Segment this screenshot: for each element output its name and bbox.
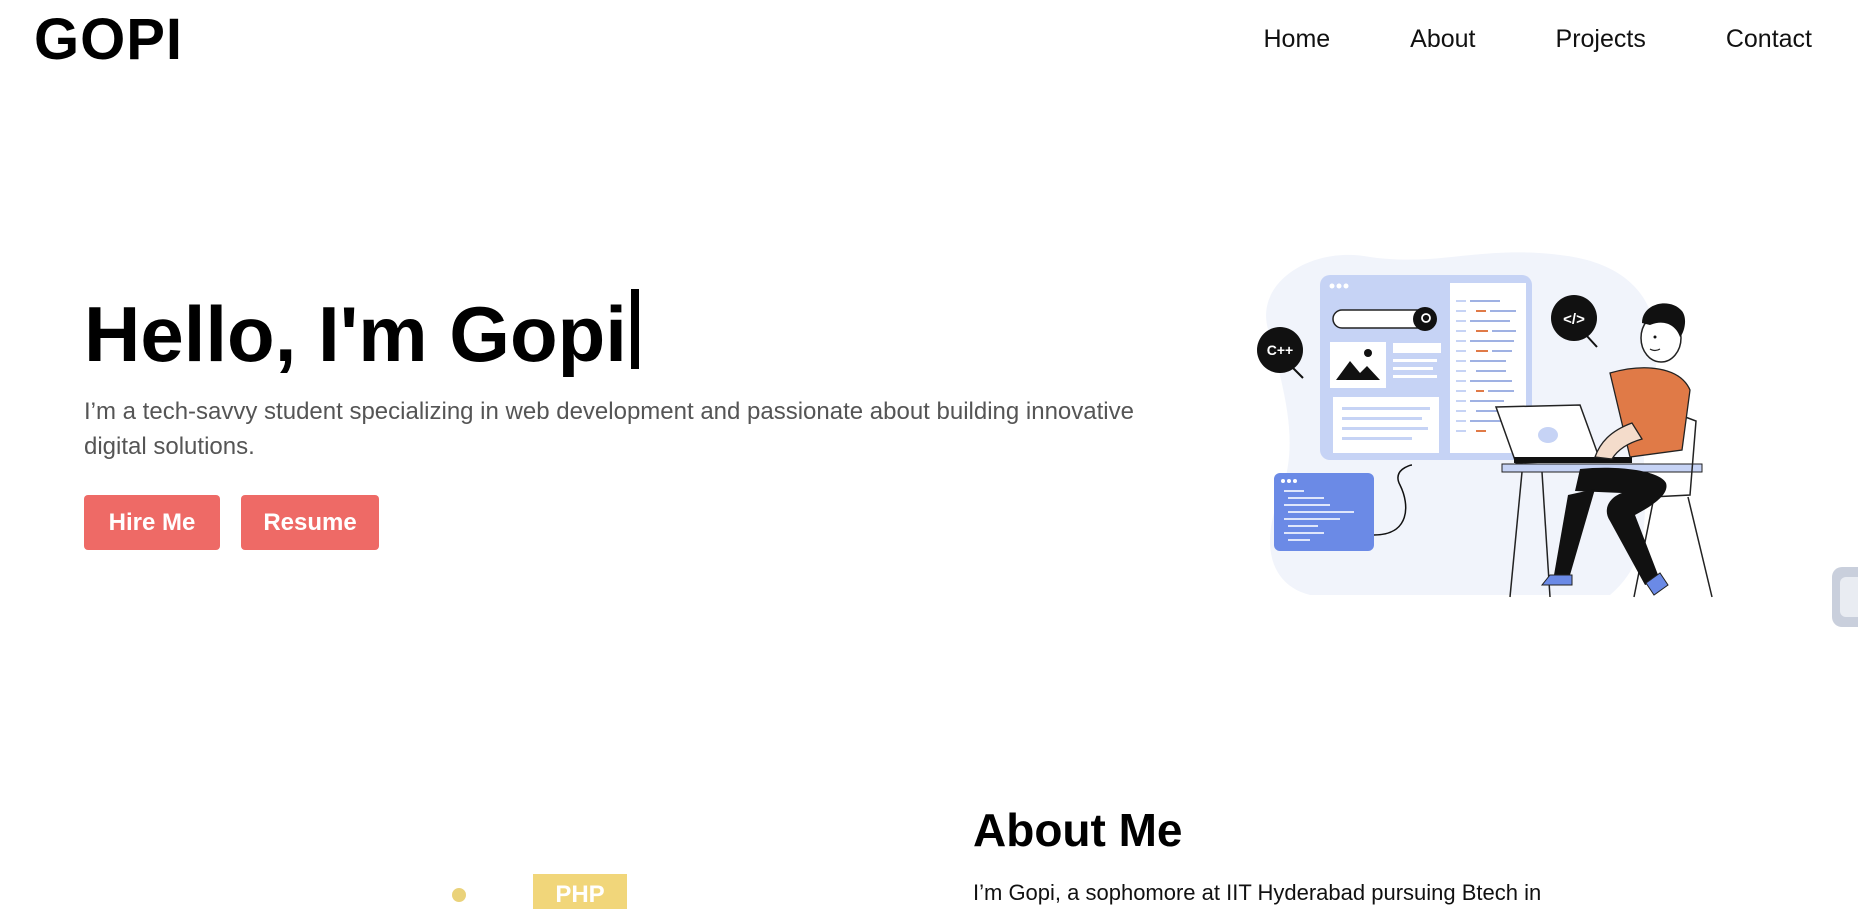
hire-me-button[interactable]: Hire Me [84, 495, 220, 550]
site-logo[interactable]: GOPI [34, 8, 183, 72]
text-line [1393, 375, 1437, 378]
scroll-icon [1840, 577, 1858, 617]
about-text: I’m Gopi, a sophomore at IIT Hyderabad p… [973, 880, 1542, 905]
developer-illustration-svg: C++ </> [1257, 252, 1713, 598]
hero-title-text: Hello, I'm Gopi [84, 290, 627, 378]
nav-contact-link[interactable]: Contact [1726, 22, 1812, 56]
nav-projects-link[interactable]: Projects [1556, 22, 1646, 56]
decorative-dot [452, 888, 466, 902]
image-placeholder [1330, 342, 1386, 388]
typing-cursor [630, 289, 639, 369]
cpp-badge-text: C++ [1267, 342, 1293, 358]
text-line [1393, 359, 1437, 362]
scroll-to-top-tab[interactable] [1832, 567, 1858, 627]
laptop-logo [1538, 427, 1558, 443]
php-tag: PHP [533, 874, 627, 909]
laptop-base [1514, 457, 1632, 463]
image-icon-sun [1364, 349, 1372, 357]
chair-leg [1687, 496, 1713, 598]
code-badge-text: </> [1563, 311, 1585, 328]
hero-subtitle: I’m a tech-savvy student specializing in… [84, 398, 1134, 460]
resume-button[interactable]: Resume [241, 495, 379, 550]
window-dot [1329, 283, 1335, 289]
text-line [1342, 427, 1428, 430]
about-illustration: PHP [440, 870, 640, 909]
nav-about-link[interactable]: About [1410, 22, 1475, 56]
nav-links: Home About Projects Contact [1183, 22, 1812, 56]
text-line [1342, 437, 1412, 440]
window-dot [1336, 283, 1342, 289]
text-line [1342, 417, 1422, 420]
text-block [1393, 343, 1441, 353]
content-card [1333, 397, 1439, 453]
hero-title: Hello, I'm Gopi [84, 288, 639, 380]
developer-illustration: C++ </> [1250, 245, 1730, 600]
text-line [1393, 367, 1433, 370]
search-icon [1413, 307, 1437, 331]
window-dot [1343, 283, 1349, 289]
about-title: About Me [973, 804, 1183, 856]
text-line [1342, 407, 1430, 410]
nav-home-link[interactable]: Home [1263, 22, 1330, 56]
navbar: GOPI Home About Projects Contact [0, 0, 1858, 80]
